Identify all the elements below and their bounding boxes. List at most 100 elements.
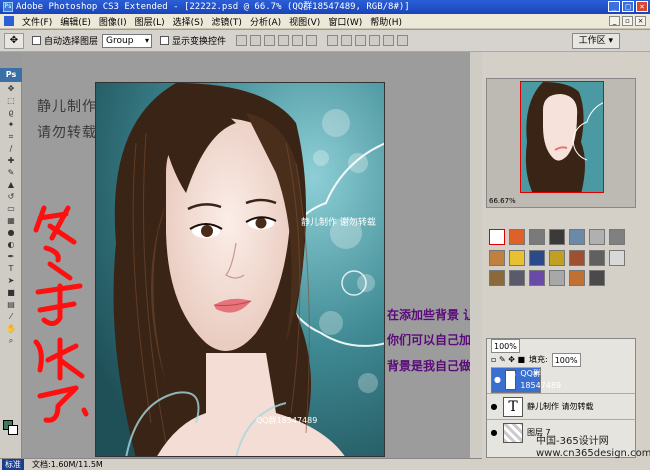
style-swatch[interactable] — [509, 229, 525, 245]
workspace-label: 工作区 — [578, 35, 606, 46]
visibility-eye-icon[interactable]: ● — [489, 402, 499, 411]
style-swatch[interactable] — [509, 270, 525, 287]
menu-view[interactable]: 视图(V) — [285, 15, 324, 28]
distribute-bottom-icon[interactable] — [355, 35, 367, 46]
move-tool-preset-icon[interactable]: ✥ — [4, 32, 24, 49]
eraser-tool-icon[interactable]: ▭ — [2, 203, 20, 214]
navigator-thumbnail[interactable] — [520, 81, 604, 193]
tools-panel: Ps ✥ ⬚ ϱ ✦ ⌗ ∕ ✚ ✎ ▲ ↺ ▭ ▦ ● ◐ ✒ T ➤ ■ ▤… — [0, 68, 22, 458]
healing-brush-tool-icon[interactable]: ✚ — [2, 155, 20, 166]
style-swatch[interactable] — [489, 270, 505, 287]
style-swatch[interactable] — [509, 249, 525, 266]
screen-mode-label[interactable]: 标准 — [2, 459, 24, 470]
menu-window[interactable]: 窗口(W) — [324, 15, 366, 28]
show-transform-checkbox[interactable] — [160, 36, 170, 45]
watermark-line2: www.cn365design.com — [536, 448, 650, 459]
visibility-eye-icon[interactable]: ● — [494, 374, 501, 386]
maximize-button[interactable]: □ — [622, 1, 634, 12]
menu-edit[interactable]: 编辑(E) — [56, 15, 95, 28]
align-center-icon[interactable] — [292, 35, 304, 46]
menu-filter[interactable]: 滤镜(T) — [207, 15, 246, 28]
slice-tool-icon[interactable]: ∕ — [2, 143, 20, 154]
auto-select-checkbox[interactable] — [32, 36, 41, 45]
gradient-tool-icon[interactable]: ▦ — [2, 215, 20, 226]
shape-tool-icon[interactable]: ■ — [2, 287, 20, 298]
background-color-swatch[interactable] — [8, 425, 18, 435]
styles-panel — [486, 226, 636, 290]
style-swatch[interactable] — [549, 229, 565, 245]
visibility-eye-icon[interactable]: ● — [489, 428, 499, 437]
artwork-canvas[interactable]: 静儿制作 谢勿转载 QQ群18547489 — [95, 82, 385, 457]
canvas-text-top: 静儿制作 谢勿转载 — [301, 216, 376, 228]
pen-tool-icon[interactable]: ✒ — [2, 251, 20, 262]
align-top-icon[interactable] — [236, 35, 248, 46]
distribute-right-icon[interactable] — [397, 35, 409, 46]
close-button[interactable]: × — [636, 1, 648, 12]
dodge-tool-icon[interactable]: ◐ — [2, 239, 20, 250]
menu-help[interactable]: 帮助(H) — [366, 15, 406, 28]
distribute-left-icon[interactable] — [369, 35, 381, 46]
doc-restore-button[interactable]: ▫ — [622, 16, 633, 26]
type-tool-icon[interactable]: T — [2, 263, 20, 274]
doc-close-button[interactable]: × — [635, 16, 646, 26]
style-swatch[interactable] — [589, 229, 605, 245]
align-bottom-icon[interactable] — [264, 35, 276, 46]
crop-tool-icon[interactable]: ⌗ — [2, 131, 20, 142]
doc-minimize-button[interactable]: _ — [609, 16, 620, 26]
style-swatch[interactable] — [589, 270, 605, 287]
layer-row-qq[interactable]: ● T QQ群18547489 — [491, 367, 561, 393]
style-swatch[interactable] — [569, 270, 585, 287]
auto-select-dropdown[interactable]: Group — [102, 33, 153, 48]
brush-tool-icon[interactable]: ✎ — [2, 167, 20, 178]
layer-row-text[interactable]: ● T 静儿制作 请勿转载 — [487, 393, 635, 419]
style-swatch[interactable] — [529, 229, 545, 245]
menu-select[interactable]: 选择(S) — [169, 15, 208, 28]
fill-value[interactable]: 100% — [551, 353, 581, 367]
style-swatch[interactable] — [569, 229, 585, 245]
workspace-button[interactable]: 工作区 ▾ — [571, 32, 620, 49]
magic-wand-tool-icon[interactable]: ✦ — [2, 119, 20, 130]
layer-thumbnail: T — [504, 370, 517, 390]
style-swatch[interactable] — [489, 249, 505, 266]
zoom-tool-icon[interactable]: ⌕ — [2, 335, 20, 346]
align-left-icon[interactable] — [278, 35, 290, 46]
menu-file[interactable]: 文件(F) — [18, 15, 56, 28]
history-brush-tool-icon[interactable]: ↺ — [2, 191, 20, 202]
distribute-top-icon[interactable] — [327, 35, 339, 46]
align-right-icon[interactable] — [306, 35, 318, 46]
distribute-center-icon[interactable] — [383, 35, 395, 46]
style-swatch[interactable] — [529, 249, 545, 266]
minimize-button[interactable]: _ — [608, 1, 620, 12]
align-middle-icon[interactable] — [250, 35, 262, 46]
lasso-tool-icon[interactable]: ϱ — [2, 107, 20, 118]
style-swatch[interactable] — [569, 249, 585, 266]
clone-stamp-tool-icon[interactable]: ▲ — [2, 179, 20, 190]
hand-tool-icon[interactable]: ✋ — [2, 323, 20, 334]
site-watermark: 中国-365设计网 www.cn365design.com — [536, 436, 650, 460]
style-swatch[interactable] — [549, 270, 565, 287]
style-swatch[interactable] — [609, 249, 625, 266]
lock-icons[interactable]: ▫ ✎ ✥ ■ — [491, 353, 525, 367]
style-swatch[interactable] — [609, 229, 625, 245]
opacity-value[interactable]: 100% — [491, 339, 520, 353]
style-none-swatch[interactable] — [489, 229, 505, 245]
style-swatch[interactable] — [529, 270, 545, 287]
window-title: Adobe Photoshop CS3 Extended - [22222.ps… — [16, 2, 410, 12]
portrait-artwork: 静儿制作 谢勿转载 QQ群18547489 — [96, 83, 384, 456]
style-swatch[interactable] — [549, 249, 565, 266]
menu-analysis[interactable]: 分析(A) — [246, 15, 285, 28]
navigator-zoom-value[interactable]: 66.67% — [489, 197, 516, 205]
path-selection-tool-icon[interactable]: ➤ — [2, 275, 20, 286]
eyedropper-tool-icon[interactable]: ⁄ — [2, 311, 20, 322]
notes-tool-icon[interactable]: ▤ — [2, 299, 20, 310]
panel-collapse-strip[interactable] — [470, 52, 482, 458]
blur-tool-icon[interactable]: ● — [2, 227, 20, 238]
align-buttons — [236, 35, 318, 46]
menu-image[interactable]: 图像(I) — [95, 15, 131, 28]
marquee-tool-icon[interactable]: ⬚ — [2, 95, 20, 106]
menu-layer[interactable]: 图层(L) — [131, 15, 169, 28]
style-swatch[interactable] — [589, 249, 605, 266]
distribute-middle-icon[interactable] — [341, 35, 353, 46]
fill-label: 填充: — [529, 355, 548, 364]
move-tool-icon[interactable]: ✥ — [2, 83, 20, 94]
